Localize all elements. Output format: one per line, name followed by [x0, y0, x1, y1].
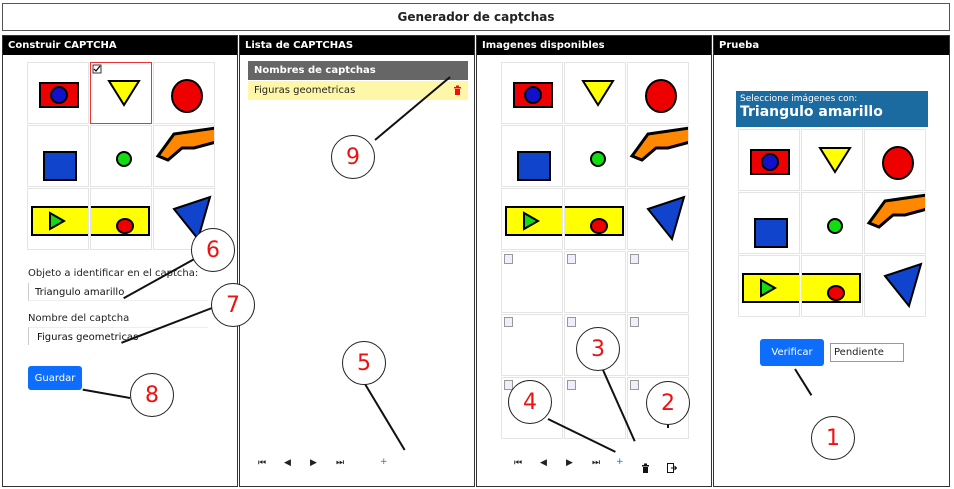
callout-5: 5 — [342, 341, 386, 385]
test-image-red-circle[interactable] — [864, 129, 926, 191]
broken-image-icon — [504, 254, 513, 264]
status-value: Pendiente — [834, 347, 884, 358]
available-image-broken[interactable] — [627, 251, 689, 313]
image-yellow-bar-right[interactable] — [90, 188, 152, 250]
available-image-yellow-bar-right[interactable] — [564, 188, 626, 250]
captcha-table-header: Nombres de captchas — [248, 61, 468, 80]
next-page-button[interactable]: ▶ — [566, 458, 573, 468]
available-image-red-circle[interactable] — [627, 62, 689, 124]
image-orange-shape[interactable] — [153, 125, 215, 187]
callout-9: 9 — [331, 135, 375, 179]
objeto-input[interactable]: Triangulo amarillo — [28, 283, 208, 301]
test-image-red-square[interactable] — [738, 129, 800, 191]
available-image-red-square[interactable] — [501, 62, 563, 124]
image-yellow-bar-left[interactable] — [27, 188, 89, 250]
callout-6: 6 — [191, 228, 235, 272]
construir-header: Construir CAPTCHA — [3, 36, 237, 55]
broken-image-icon — [567, 380, 576, 390]
prev-page-button[interactable]: ◀ — [540, 458, 547, 468]
verificar-button[interactable]: Verificar — [760, 339, 824, 366]
available-image-blue-square[interactable] — [501, 125, 563, 187]
test-image-orange-shape[interactable] — [864, 192, 926, 254]
callout-1: 1 — [811, 416, 855, 460]
prueba-header: Prueba — [714, 36, 949, 55]
callout-7: 7 — [211, 283, 255, 327]
lista-header: Lista de CAPTCHAS — [240, 36, 474, 55]
sign-out-icon[interactable] — [667, 458, 678, 477]
prompt-target: Triangulo amarillo — [740, 104, 883, 120]
callout-3: 3 — [576, 327, 620, 371]
next-page-button[interactable]: ▶ — [310, 458, 317, 468]
captcha-row-label: Figuras geometricas — [254, 85, 356, 96]
broken-image-icon — [630, 380, 639, 390]
first-page-button[interactable]: ⏮ — [258, 458, 266, 468]
add-captcha-button[interactable]: + — [380, 457, 388, 467]
broken-image-icon — [630, 254, 639, 264]
imagenes-header: Imagenes disponibles — [477, 36, 711, 55]
add-image-button[interactable]: + — [616, 457, 624, 467]
first-page-button[interactable]: ⏮ — [514, 458, 522, 468]
test-image-blue-triangle[interactable] — [864, 255, 926, 317]
broken-image-icon — [504, 317, 513, 327]
image-yellow-triangle-selected[interactable] — [90, 62, 152, 124]
objeto-value: Triangulo amarillo — [35, 287, 125, 298]
prev-page-button[interactable]: ◀ — [284, 458, 291, 468]
test-image-green-circle[interactable] — [801, 192, 863, 254]
image-blue-square[interactable] — [27, 125, 89, 187]
available-image-broken[interactable] — [501, 314, 563, 376]
callout-8: 8 — [130, 373, 174, 417]
test-image-yellow-bar-right[interactable] — [801, 255, 863, 317]
last-page-button[interactable]: ⏭ — [592, 458, 600, 468]
available-image-broken[interactable] — [627, 314, 689, 376]
callout-2: 2 — [646, 381, 690, 425]
prompt-label: Seleccione imágenes con: — [740, 94, 858, 104]
broken-image-icon — [630, 317, 639, 327]
last-page-button[interactable]: ⏭ — [336, 458, 344, 468]
available-image-blue-triangle[interactable] — [627, 188, 689, 250]
app-title: Generador de captchas — [2, 3, 950, 31]
available-image-green-circle[interactable] — [564, 125, 626, 187]
callout-4: 4 — [508, 380, 552, 424]
broken-image-icon — [567, 317, 576, 327]
test-image-blue-square[interactable] — [738, 192, 800, 254]
guardar-button[interactable]: Guardar — [28, 366, 82, 390]
available-image-yellow-bar-left[interactable] — [501, 188, 563, 250]
image-red-square-blue-circle[interactable] — [27, 62, 89, 124]
test-image-yellow-triangle[interactable] — [801, 129, 863, 191]
image-green-circle[interactable] — [90, 125, 152, 187]
trash-icon[interactable] — [641, 458, 650, 477]
lista-panel: Lista de CAPTCHAS Nombres de captchas Fi… — [239, 35, 475, 487]
nombre-label: Nombre del captcha — [28, 313, 130, 324]
available-image-orange-shape[interactable] — [627, 125, 689, 187]
nombre-input[interactable]: Figuras geometricas — [28, 327, 208, 345]
available-image-broken[interactable] — [501, 251, 563, 313]
available-image-yellow-triangle[interactable] — [564, 62, 626, 124]
trash-icon[interactable] — [453, 85, 462, 96]
captcha-prompt-box: Seleccione imágenes con: Triangulo amari… — [736, 91, 928, 127]
broken-image-icon — [567, 254, 576, 264]
status-field[interactable]: Pendiente — [830, 343, 904, 362]
available-image-broken[interactable] — [564, 251, 626, 313]
image-red-circle[interactable] — [153, 62, 215, 124]
test-image-yellow-bar-left[interactable] — [738, 255, 800, 317]
